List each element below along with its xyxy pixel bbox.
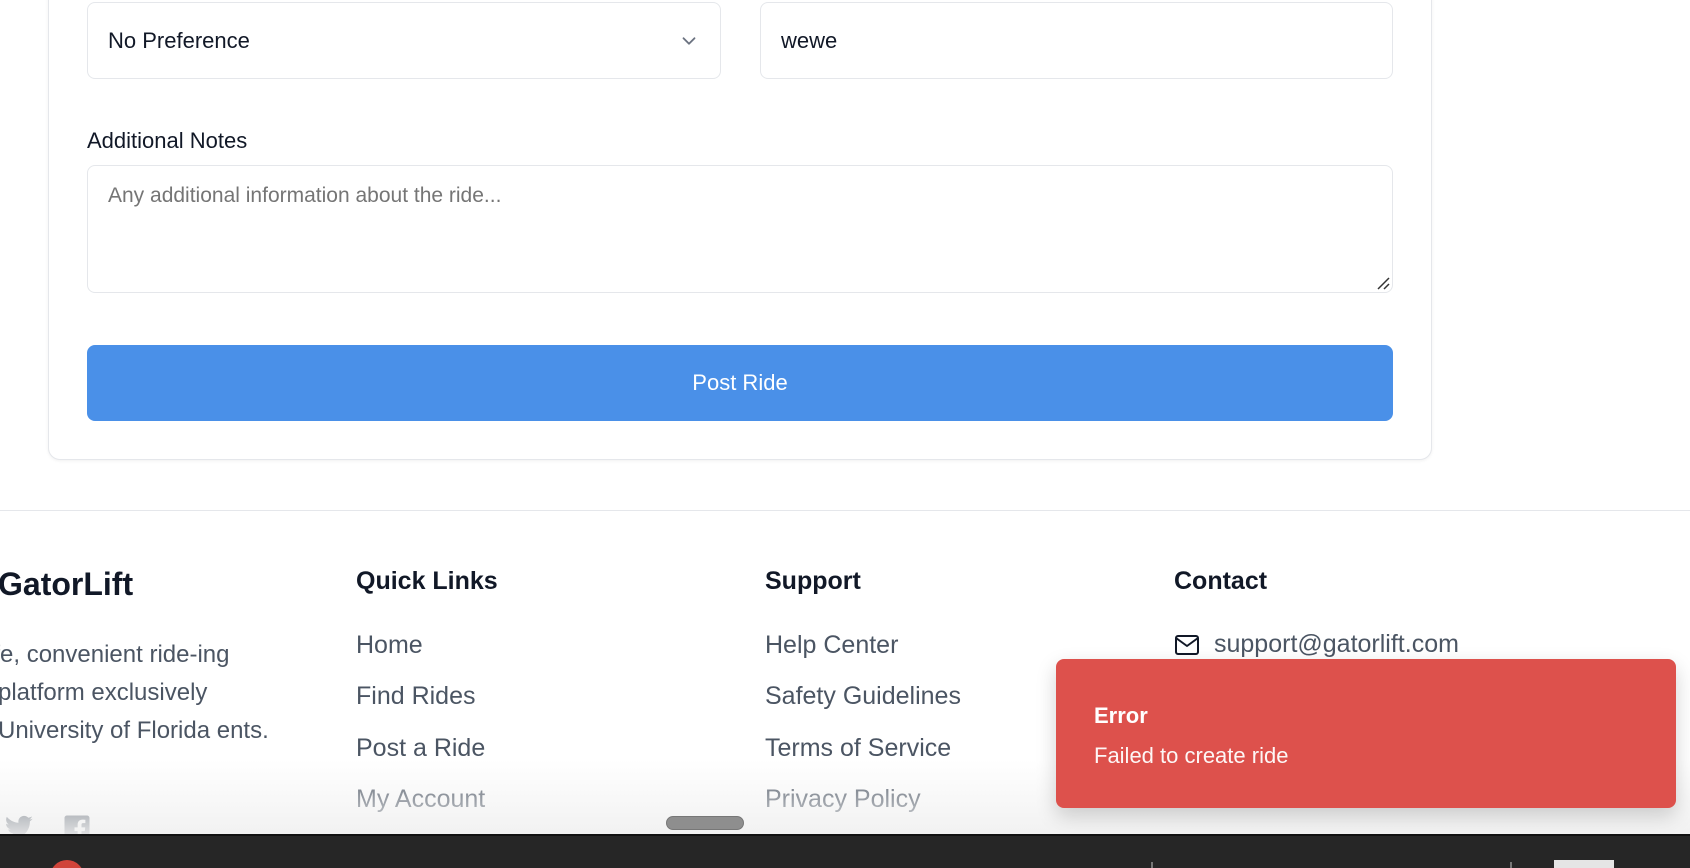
error-toast[interactable]: Error Failed to create ride <box>1056 659 1676 808</box>
additional-notes-label: Additional Notes <box>87 128 248 153</box>
quick-links-title: Quick Links <box>356 567 498 595</box>
ride-text-input[interactable] <box>760 2 1393 79</box>
additional-notes-textarea[interactable] <box>87 165 1393 293</box>
page: No Preference Additional Notes Post Ride… <box>0 0 1690 868</box>
preference-select[interactable]: No Preference <box>87 2 721 79</box>
footer-link-find-rides[interactable]: Find Rides <box>356 682 476 711</box>
footer-link-post-a-ride[interactable]: Post a Ride <box>356 734 485 763</box>
footer-link-terms-of-service[interactable]: Terms of Service <box>765 734 951 763</box>
post-ride-button[interactable]: Post Ride <box>87 345 1393 421</box>
footer-link-my-account[interactable]: My Account <box>356 785 485 814</box>
toast-title: Error <box>1094 703 1148 728</box>
taskbar-tray-item[interactable] <box>1554 860 1614 868</box>
footer-link-home[interactable]: Home <box>356 631 423 660</box>
chevron-down-icon <box>682 36 696 45</box>
contact-email: support@gatorlift.com <box>1214 630 1459 658</box>
footer-divider <box>0 510 1690 511</box>
os-taskbar <box>0 834 1690 868</box>
contact-title: Contact <box>1174 567 1268 595</box>
contact-email-row[interactable]: support@gatorlift.com <box>1174 630 1459 659</box>
toast-message: Failed to create ride <box>1094 743 1289 768</box>
mail-icon <box>1175 634 1199 655</box>
preference-select-value: No Preference <box>108 27 250 53</box>
footer-link-help-center[interactable]: Help Center <box>765 631 898 660</box>
support-title: Support <box>765 567 861 595</box>
taskbar-separator <box>1151 862 1153 868</box>
footer-brand: GatorLift <box>0 566 134 602</box>
footer-link-privacy-policy[interactable]: Privacy Policy <box>765 785 921 814</box>
resize-grip-icon[interactable] <box>1374 274 1390 290</box>
footer-tagline-text: safe, convenient ride-ing platform exclu… <box>0 641 269 744</box>
taskbar-separator <box>1510 862 1512 868</box>
horizontal-scrollbar-thumb[interactable] <box>666 816 744 830</box>
footer-link-safety-guidelines[interactable]: Safety Guidelines <box>765 682 961 711</box>
footer-tagline: safe, convenient ride-ing platform exclu… <box>0 636 270 750</box>
